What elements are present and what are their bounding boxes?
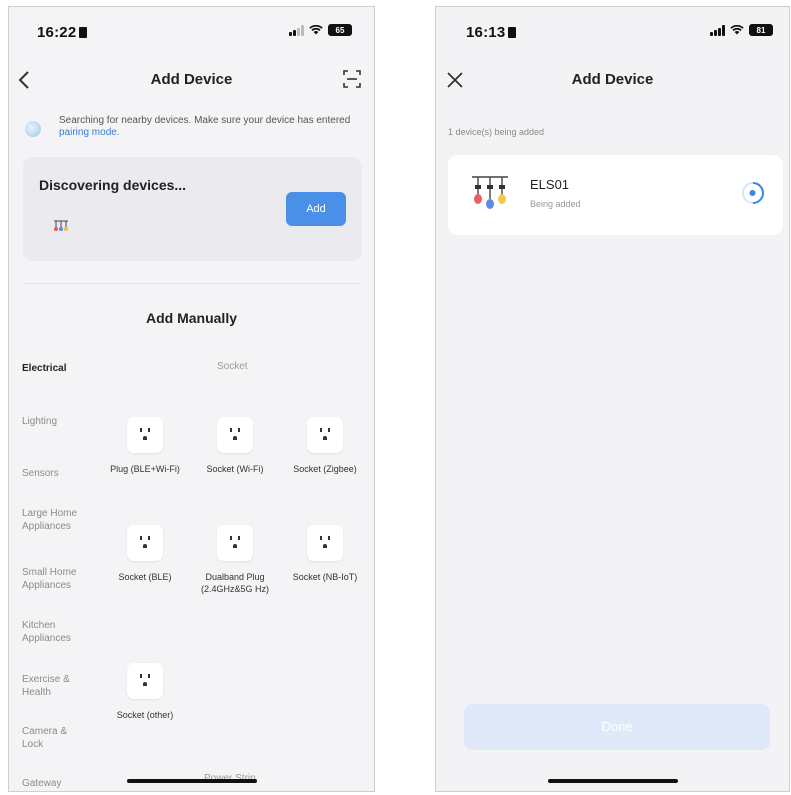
wifi-icon	[309, 25, 323, 35]
device-label-plug-ble-wifi[interactable]: Plug (BLE+Wi-Fi)	[105, 463, 185, 475]
searching-icon	[25, 121, 41, 137]
wifi-icon	[730, 25, 744, 35]
signal-icon	[289, 24, 304, 36]
tip-text: Searching for nearby devices. Make sure …	[59, 115, 351, 126]
divider	[23, 283, 360, 284]
string-light-icon[interactable]	[53, 219, 69, 233]
category-gateway-control[interactable]: Gateway Control	[22, 777, 72, 791]
status-bar: 16:22 65	[9, 7, 374, 59]
category-kitchen-appliances[interactable]: Kitchen Appliances	[22, 619, 86, 645]
socket-icon[interactable]	[217, 417, 253, 453]
discovering-title: Discovering devices...	[39, 177, 187, 193]
page-title: Add Device	[150, 71, 233, 88]
status-bar: 16:13 81	[436, 7, 789, 59]
battery-icon: 65	[328, 24, 352, 36]
category-sensors[interactable]: Sensors	[22, 467, 92, 480]
device-label-socket-wifi[interactable]: Socket (Wi-Fi)	[195, 463, 275, 475]
battery-icon: 81	[749, 24, 773, 36]
socket-icon[interactable]	[127, 525, 163, 561]
device-card[interactable]: ELS01 Being added	[448, 155, 783, 235]
device-name: ELS01	[530, 177, 570, 192]
nav-bar: Add Device	[9, 63, 374, 97]
nav-bar: Add Device	[436, 63, 789, 97]
socket-icon[interactable]	[217, 525, 253, 561]
search-tip: Searching for nearby devices. Make sure …	[23, 115, 362, 147]
status-time: 16:13	[466, 24, 517, 41]
device-label-socket-nb-iot[interactable]: Socket (NB-IoT)	[285, 571, 365, 583]
section-socket: Socket	[217, 361, 248, 372]
pairing-mode-link[interactable]: pairing mode.	[59, 127, 120, 138]
home-indicator	[126, 779, 257, 783]
status-icons: 65	[289, 24, 352, 36]
devices-being-added-count: 1 device(s) being added	[448, 127, 545, 137]
status-icons: 81	[710, 24, 773, 36]
done-button[interactable]: Done	[464, 704, 770, 750]
add-button[interactable]: Add	[286, 192, 346, 226]
scan-icon[interactable]	[342, 69, 362, 93]
category-large-home-appliances[interactable]: Large Home Appliances	[22, 507, 84, 533]
loading-spinner-icon	[742, 182, 765, 204]
device-label-dualband-plug[interactable]: Dualband Plug (2.4GHz&5G Hz)	[195, 571, 275, 595]
socket-icon[interactable]	[127, 663, 163, 699]
socket-icon[interactable]	[127, 417, 163, 453]
page-title: Add Device	[571, 71, 654, 88]
device-label-socket-zigbee[interactable]: Socket (Zigbee)	[285, 463, 365, 475]
signal-icon	[710, 24, 725, 36]
socket-icon[interactable]	[307, 417, 343, 453]
phone-screen-left: 16:22 65 Add Device Searching for nearby…	[8, 6, 375, 792]
status-time: 16:22	[37, 24, 88, 41]
category-exercise-health[interactable]: Exercise & Health	[22, 673, 76, 699]
category-electrical[interactable]: Electrical	[22, 362, 92, 375]
device-status: Being added	[530, 199, 581, 209]
discovering-card: Discovering devices... Add	[23, 157, 362, 261]
device-label-socket-other[interactable]: Socket (other)	[105, 709, 185, 721]
category-camera-lock[interactable]: Camera & Lock	[22, 725, 72, 751]
home-indicator	[547, 779, 678, 783]
phone-screen-right: 16:13 81 Add Device 1 device(s) being ad…	[435, 6, 790, 792]
device-label-socket-ble[interactable]: Socket (BLE)	[105, 571, 185, 583]
category-small-home-appliances[interactable]: Small Home Appliances	[22, 566, 88, 592]
string-light-icon	[472, 176, 508, 209]
category-lighting[interactable]: Lighting	[22, 415, 92, 428]
socket-icon[interactable]	[307, 525, 343, 561]
add-manually-title: Add Manually	[145, 310, 237, 326]
